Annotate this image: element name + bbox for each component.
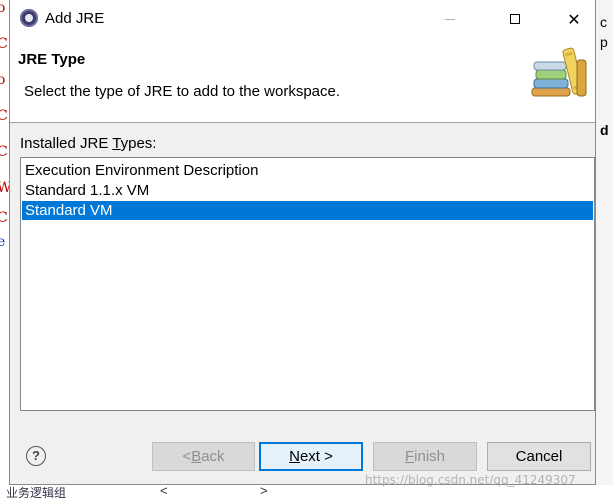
bg-left-text: C bbox=[0, 144, 8, 160]
maximize-icon bbox=[510, 14, 520, 24]
help-icon: ? bbox=[32, 448, 40, 463]
close-icon: ✕ bbox=[567, 9, 581, 29]
bg-left-text: o bbox=[0, 72, 6, 88]
scroll-left-icon: < bbox=[160, 483, 168, 498]
button-text: ext > bbox=[299, 448, 333, 465]
next-button[interactable]: Next > bbox=[259, 442, 363, 471]
bg-right-text: d bbox=[600, 122, 609, 138]
bg-left-text: C bbox=[0, 36, 8, 52]
page-title: JRE Type bbox=[18, 51, 86, 68]
bg-left-text: C bbox=[0, 108, 8, 124]
button-text: ack bbox=[201, 448, 225, 465]
bg-right-text: p bbox=[600, 34, 608, 50]
background-editor-fragment: o C o C C W C e bbox=[0, 0, 11, 499]
library-books-icon bbox=[531, 47, 587, 97]
bg-bottom-text: 业务逻辑组 bbox=[6, 486, 67, 500]
finish-button[interactable]: Finish bbox=[373, 442, 477, 471]
add-jre-dialog: Add JRE ✕ JRE Type Select the type of JR… bbox=[9, 0, 596, 485]
cancel-button[interactable]: Cancel bbox=[487, 442, 591, 471]
help-button[interactable]: ? bbox=[26, 446, 46, 466]
list-item-standard-vm[interactable]: Standard VM bbox=[22, 201, 593, 220]
maximize-button[interactable] bbox=[492, 0, 538, 38]
wizard-header: JRE Type Select the type of JRE to add t… bbox=[10, 38, 595, 123]
jre-types-list[interactable]: Execution Environment Description Standa… bbox=[20, 157, 595, 411]
list-item-standard-11x-vm[interactable]: Standard 1.1.x VM bbox=[22, 181, 593, 200]
label-text: ypes: bbox=[120, 135, 157, 152]
installed-jre-types-label: Installed JRE Types: bbox=[20, 135, 156, 152]
page-description: Select the type of JRE to add to the wor… bbox=[24, 83, 341, 100]
watermark-text: https://blog.csdn.net/qq_41249307 bbox=[365, 473, 576, 487]
back-button[interactable]: < Back bbox=[152, 442, 255, 471]
title-bar[interactable]: Add JRE ✕ bbox=[10, 0, 595, 38]
button-mnemonic: N bbox=[289, 448, 300, 465]
label-mnemonic: T bbox=[112, 135, 121, 152]
minimize-button[interactable] bbox=[427, 0, 473, 38]
window-title: Add JRE bbox=[45, 10, 105, 27]
close-button[interactable]: ✕ bbox=[551, 0, 597, 38]
minimize-icon bbox=[445, 18, 455, 20]
bg-left-text: C bbox=[0, 210, 8, 226]
eclipse-icon bbox=[20, 9, 38, 27]
label-text: Installed JRE bbox=[20, 135, 113, 152]
background-bottom-strip: 业务逻辑组 < > bbox=[0, 483, 613, 500]
button-text: inish bbox=[414, 448, 446, 465]
bg-left-text: e bbox=[0, 234, 6, 250]
scroll-right-icon: > bbox=[260, 483, 268, 498]
button-text: < bbox=[182, 448, 192, 465]
bg-right-text: c bbox=[600, 14, 607, 30]
background-right-panel: c p d bbox=[596, 0, 613, 499]
button-mnemonic: F bbox=[404, 448, 415, 465]
list-item-execution-environment[interactable]: Execution Environment Description bbox=[22, 161, 593, 180]
button-mnemonic: B bbox=[191, 448, 202, 465]
bg-left-text: o bbox=[0, 0, 6, 16]
